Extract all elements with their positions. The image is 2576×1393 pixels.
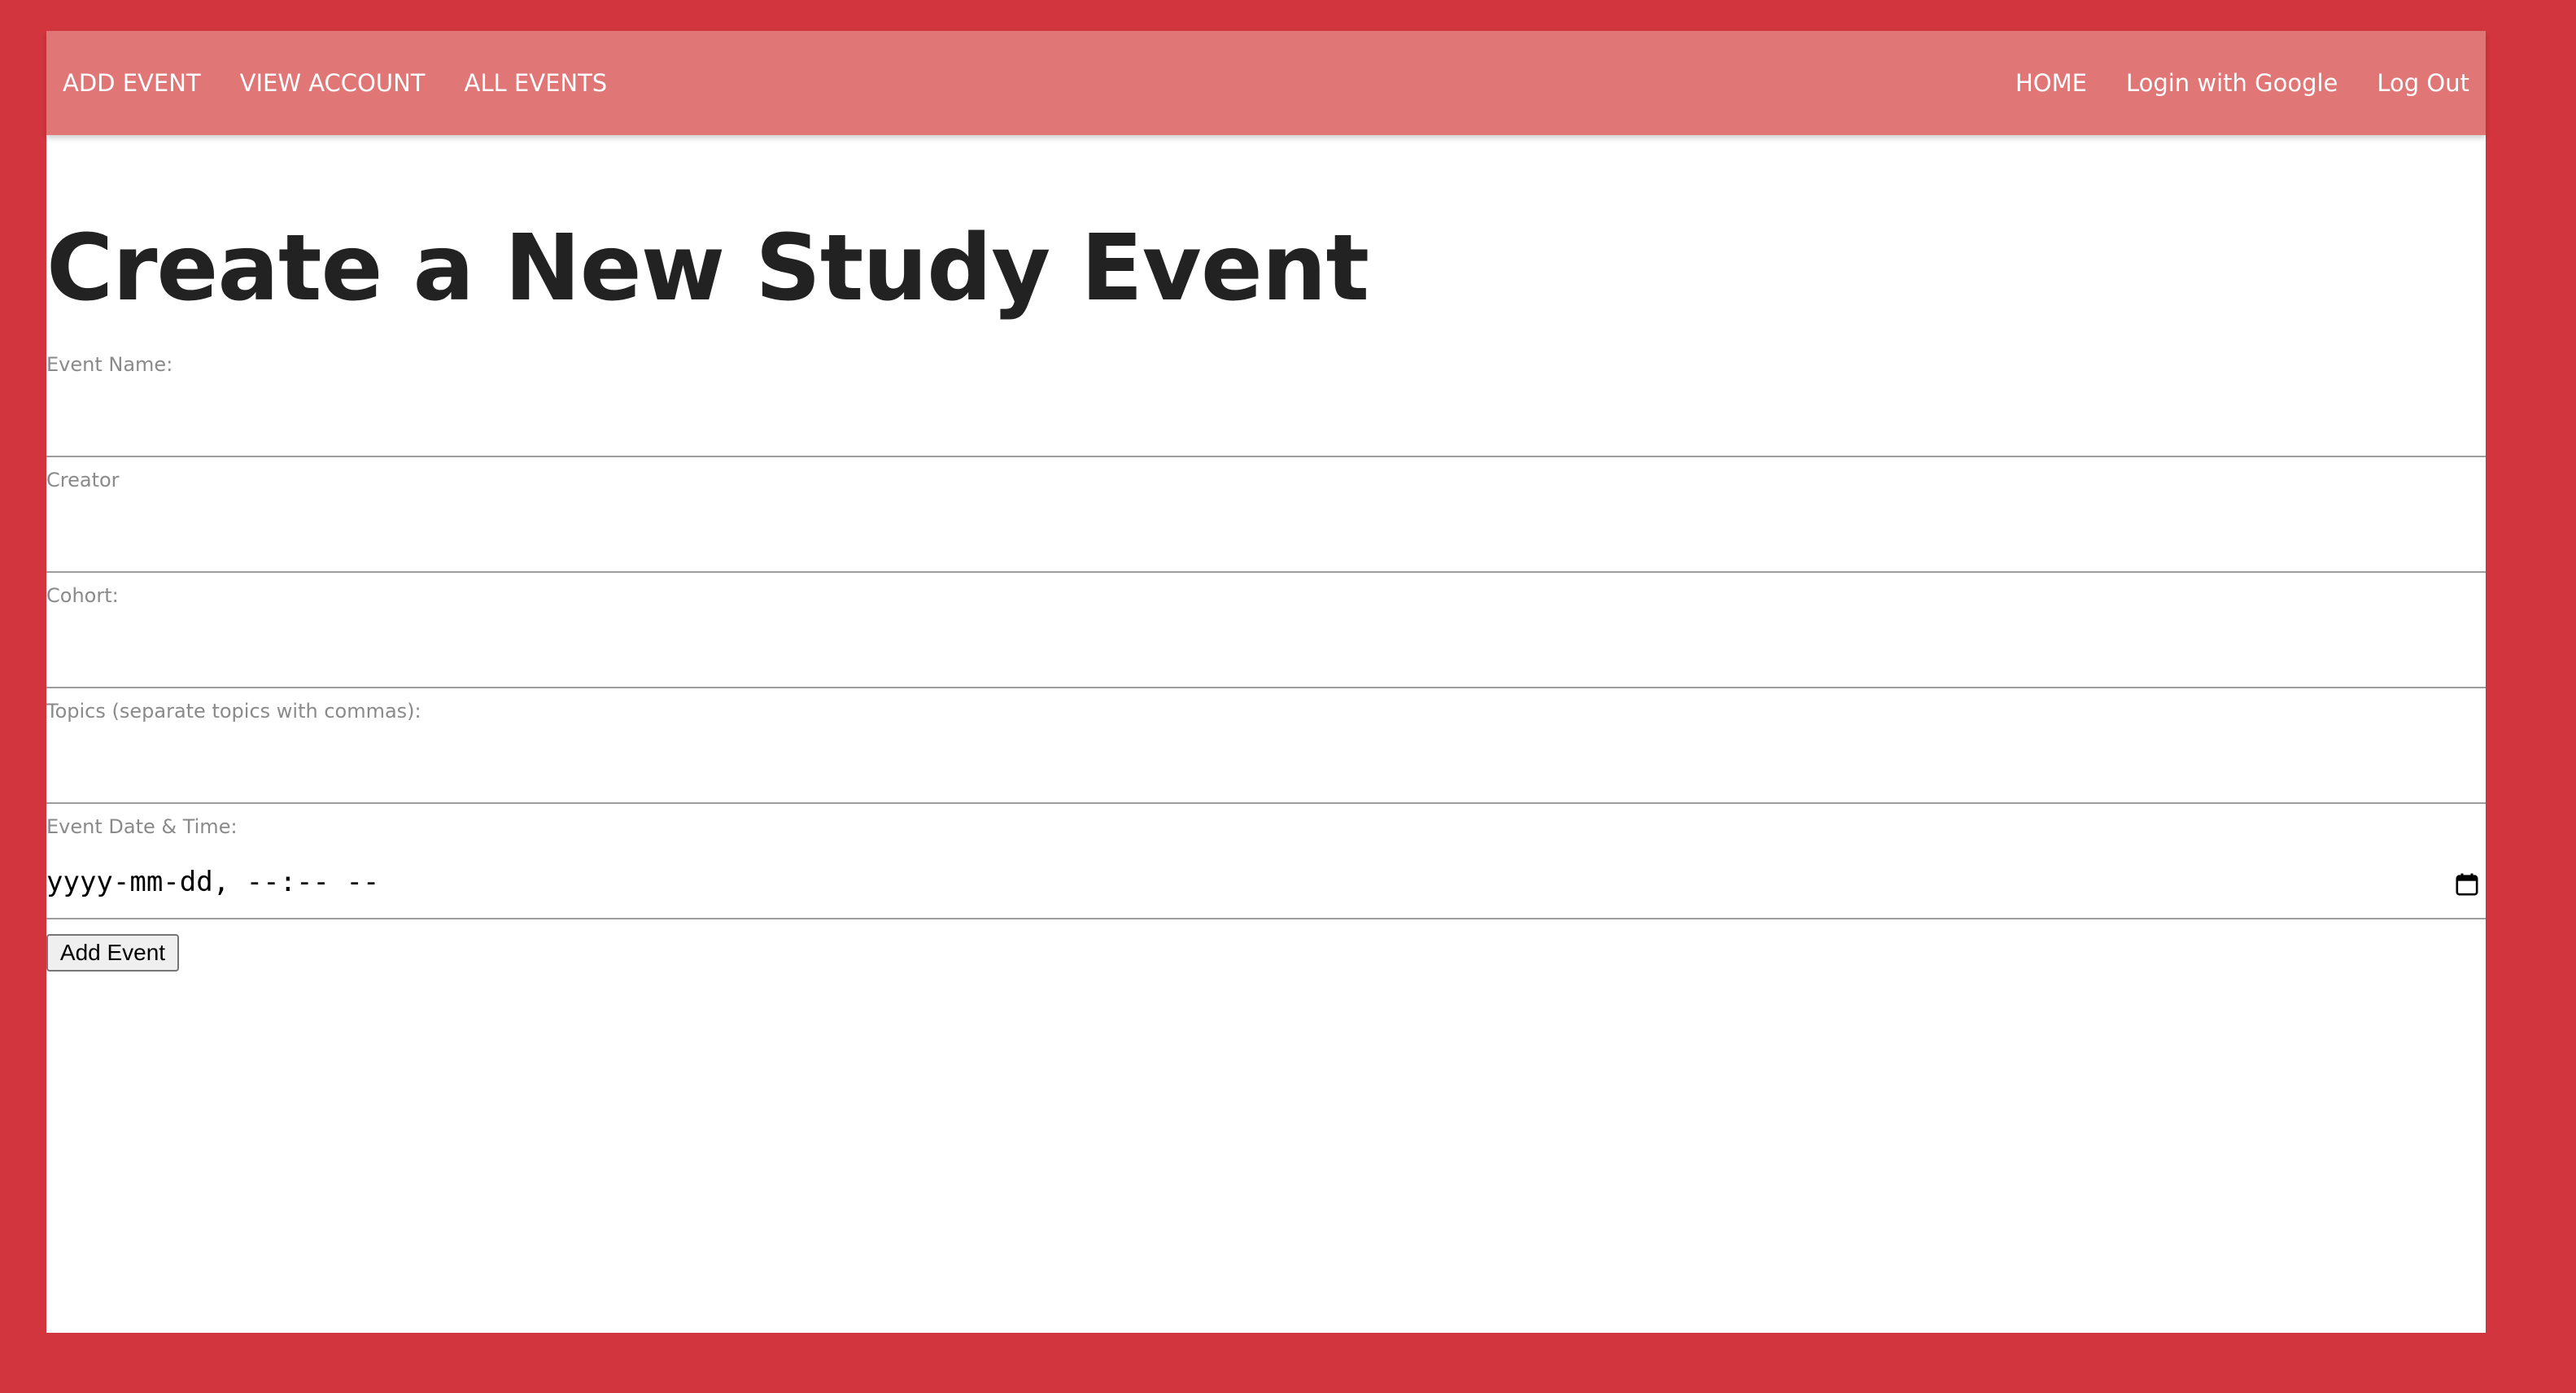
page-title: Create a New Study Event bbox=[46, 216, 1369, 321]
event-datetime-input[interactable]: yyyy-mm-dd, --:-- -- bbox=[46, 858, 2486, 919]
event-datetime-field: Event Date & Time: yyyy-mm-dd, --:-- -- bbox=[46, 804, 2486, 919]
nav-login-google-link[interactable]: Login with Google bbox=[2126, 69, 2338, 97]
page-container: ADD EVENT VIEW ACCOUNT ALL EVENTS HOME L… bbox=[46, 31, 2486, 1333]
topics-field: Topics (separate topics with commas): bbox=[46, 688, 2486, 804]
nav-left-group: ADD EVENT VIEW ACCOUNT ALL EVENTS bbox=[63, 69, 646, 97]
event-name-field: Event Name: bbox=[46, 342, 2486, 457]
top-navbar: ADD EVENT VIEW ACCOUNT ALL EVENTS HOME L… bbox=[46, 31, 2486, 135]
calendar-icon[interactable] bbox=[2455, 872, 2479, 897]
nav-all-events-link[interactable]: ALL EVENTS bbox=[465, 69, 608, 97]
creator-field: Creator bbox=[46, 457, 2486, 573]
event-datetime-placeholder: yyyy-mm-dd, --:-- -- bbox=[46, 866, 380, 898]
creator-label: Creator bbox=[46, 469, 120, 491]
cohort-input[interactable] bbox=[46, 627, 2486, 688]
nav-add-event-link[interactable]: ADD EVENT bbox=[63, 69, 201, 97]
creator-input[interactable] bbox=[46, 511, 2486, 573]
add-event-button[interactable]: Add Event bbox=[46, 934, 179, 972]
cohort-label: Cohort: bbox=[46, 584, 119, 607]
event-name-input[interactable] bbox=[46, 395, 2486, 457]
nav-home-link[interactable]: HOME bbox=[2015, 69, 2087, 97]
topics-label: Topics (separate topics with commas): bbox=[46, 700, 421, 723]
nav-right-group: HOME Login with Google Log Out bbox=[1976, 69, 2469, 97]
nav-logout-link[interactable]: Log Out bbox=[2377, 69, 2469, 97]
cohort-field: Cohort: bbox=[46, 573, 2486, 688]
nav-view-account-link[interactable]: VIEW ACCOUNT bbox=[240, 69, 426, 97]
event-name-label: Event Name: bbox=[46, 353, 173, 376]
event-datetime-label: Event Date & Time: bbox=[46, 815, 238, 838]
topics-input[interactable] bbox=[46, 742, 2486, 804]
